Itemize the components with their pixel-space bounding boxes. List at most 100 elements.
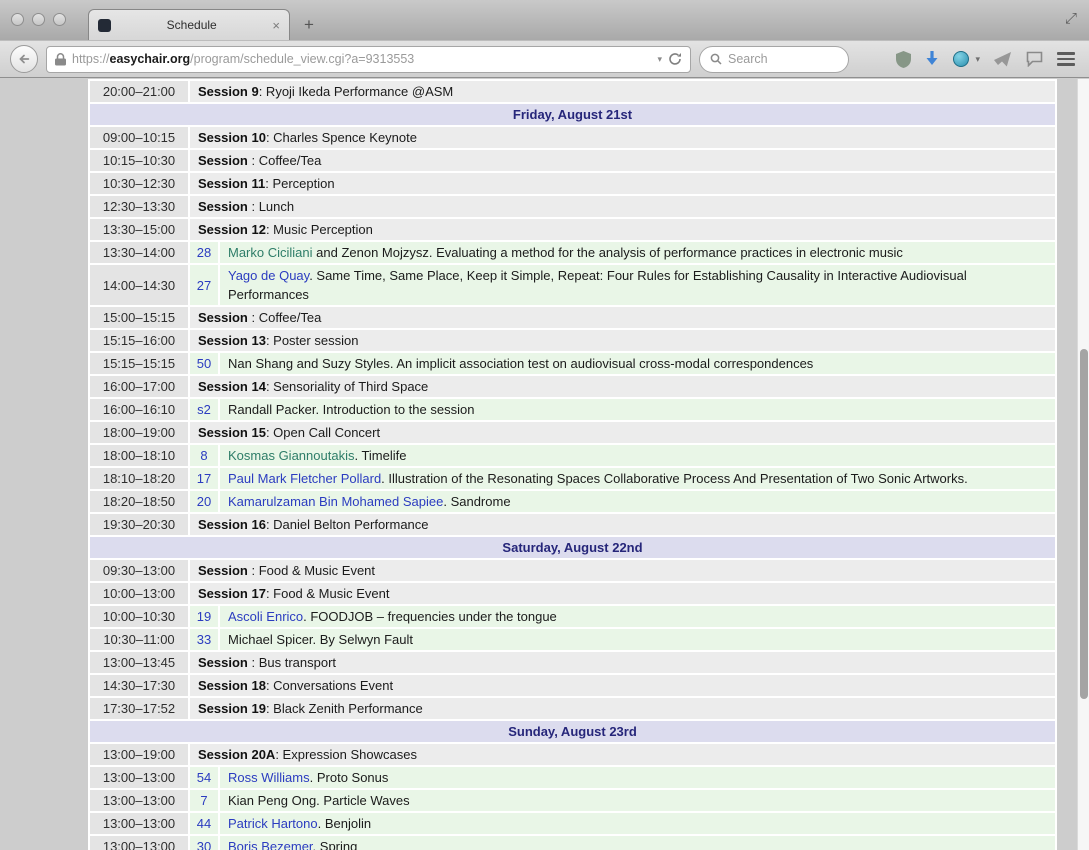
session-label: Session 19 — [198, 701, 266, 716]
search-input[interactable]: Search — [699, 45, 849, 73]
window-titlebar: Schedule × + ⤢ — [0, 0, 1089, 40]
author-link[interactable]: Ross Williams — [228, 770, 310, 785]
window-controls — [11, 13, 66, 26]
paper-number-link[interactable]: s2 — [188, 397, 220, 422]
browser-window: Schedule × + ⤢ https://easychair.org/pro… — [0, 0, 1089, 850]
session-row: 10:15–10:30 Session : Coffee/Tea — [88, 148, 1057, 173]
scrollbar-thumb[interactable] — [1079, 349, 1088, 699]
new-tab-button[interactable]: + — [296, 14, 322, 36]
paper-number-link[interactable]: 28 — [188, 240, 220, 265]
scrollbar[interactable] — [1077, 79, 1089, 850]
paper-text: . FOODJOB – frequencies under the tongue — [303, 609, 557, 624]
paper-row: 18:00–18:10 8 Kosmas Giannoutakis. Timelif… — [88, 443, 1057, 468]
chat-bubble-icon[interactable] — [1026, 51, 1043, 67]
back-button[interactable] — [10, 45, 38, 73]
session-row: 17:30–17:52 Session 19: Black Zenith Perf… — [88, 696, 1057, 721]
paper-text: Nan Shang and Suzy Styles. An implicit a… — [228, 356, 814, 371]
paper-number-link[interactable]: 8 — [188, 443, 220, 468]
extension-caret-icon[interactable]: ▾ — [975, 54, 980, 65]
session-row: 10:30–12:30 Session 11: Perception — [88, 171, 1057, 196]
paper-cell: Nan Shang and Suzy Styles. An implicit a… — [218, 351, 1057, 376]
paper-row: 13:00–13:00 44 Patrick Hartono. Benjolin — [88, 811, 1057, 836]
time-cell: 15:15–16:00 — [88, 328, 190, 353]
paper-row: 18:20–18:50 20 Kamarulzaman Bin Mohamed Sa… — [88, 489, 1057, 514]
paper-text: . Spring — [312, 839, 358, 850]
paper-text: Michael Spicer. By Selwyn Fault — [228, 632, 413, 647]
paper-text: . Illustration of the Resonating Spaces … — [381, 471, 968, 486]
paper-number-link[interactable]: 50 — [188, 351, 220, 376]
time-cell: 17:30–17:52 — [88, 696, 190, 721]
paper-number-link[interactable]: 20 — [188, 489, 220, 514]
send-plane-icon[interactable] — [994, 51, 1012, 67]
reload-icon[interactable] — [668, 52, 682, 66]
session-label: Session 20A — [198, 747, 276, 762]
time-cell: 15:00–15:15 — [88, 305, 190, 330]
url-scheme: https:// — [72, 52, 110, 66]
time-cell: 14:30–17:30 — [88, 673, 190, 698]
time-cell: 13:00–13:00 — [88, 788, 190, 813]
session-cell: Session 14: Sensoriality of Third Space — [188, 374, 1057, 399]
time-cell: 13:00–19:00 — [88, 742, 190, 767]
minimize-button[interactable] — [32, 13, 45, 26]
paper-cell: Ross Williams. Proto Sonus — [218, 765, 1057, 790]
zoom-button[interactable] — [53, 13, 66, 26]
paper-row: 14:00–14:30 27 Yago de Quay. Same Time, Sa… — [88, 263, 1057, 307]
paper-text: . Proto Sonus — [309, 770, 389, 785]
session-row: 19:30–20:30 Session 16: Daniel Belton Per… — [88, 512, 1057, 537]
paper-number-link[interactable]: 30 — [188, 834, 220, 850]
paper-number-link[interactable]: 19 — [188, 604, 220, 629]
session-label: Session 10 — [198, 130, 266, 145]
close-button[interactable] — [11, 13, 24, 26]
download-icon[interactable] — [925, 51, 939, 67]
paper-number-link[interactable]: 33 — [188, 627, 220, 652]
day-row: Friday, August 21st — [88, 102, 1057, 127]
session-label: Session — [198, 199, 248, 214]
tab-schedule[interactable]: Schedule × — [88, 9, 290, 40]
tab-title: Schedule — [166, 18, 217, 32]
paper-number-link[interactable]: 7 — [188, 788, 220, 813]
tab-close-icon[interactable]: × — [272, 19, 280, 32]
time-cell: 10:00–10:30 — [88, 604, 190, 629]
time-cell: 09:00–10:15 — [88, 125, 190, 150]
url-bar[interactable]: https://easychair.org/program/schedule_v… — [46, 45, 691, 73]
shield-icon[interactable] — [896, 50, 912, 68]
menu-button[interactable] — [1057, 52, 1075, 66]
paper-number-link[interactable]: 27 — [188, 263, 220, 307]
session-label: Session 16 — [198, 517, 266, 532]
time-cell: 10:30–12:30 — [88, 171, 190, 196]
schedule-page: 20:00–21:00 Session 9: Ryoji Ikeda Perfor… — [88, 79, 1057, 850]
author-link[interactable]: Boris Bezemer — [228, 839, 313, 850]
session-row: 14:30–17:30 Session 18: Conversations Eve… — [88, 673, 1057, 698]
toolbar-icons: ▾ — [896, 50, 1079, 68]
session-label: Session — [198, 310, 248, 325]
author-link[interactable]: Ascoli Enrico — [228, 609, 303, 624]
session-label: Session 13 — [198, 333, 266, 348]
session-row: 13:00–19:00 Session 20A: Expression Showc… — [88, 742, 1057, 767]
time-cell: 13:00–13:00 — [88, 811, 190, 836]
author-link[interactable]: Paul Mark Fletcher Pollard — [228, 471, 381, 486]
session-label: Session 9 — [198, 84, 259, 99]
author-link[interactable]: Kamarulzaman Bin Mohamed Sapiee — [228, 494, 443, 509]
paper-number-link[interactable]: 44 — [188, 811, 220, 836]
author-link[interactable]: Kosmas Giannoutakis — [228, 448, 354, 463]
paper-number-link[interactable]: 17 — [188, 466, 220, 491]
author-link[interactable]: Yago de Quay — [228, 268, 309, 283]
session-row: 09:00–10:15 Session 10: Charles Spence Ke… — [88, 125, 1057, 150]
paper-cell: Ascoli Enrico. FOODJOB – frequencies und… — [218, 604, 1057, 629]
paper-row: 10:00–10:30 19 Ascoli Enrico. FOODJOB – fr… — [88, 604, 1057, 629]
session-row: 15:15–16:00 Session 13: Poster session — [88, 328, 1057, 353]
extension-globe-icon[interactable] — [953, 51, 970, 67]
fullscreen-icon[interactable]: ⤢ — [1065, 10, 1077, 27]
session-row: 09:30–13:00 Session : Food & Music Event — [88, 558, 1057, 583]
paper-row: 13:30–14:00 28 Marko Ciciliani and Zenon M… — [88, 240, 1057, 265]
session-cell: Session 13: Poster session — [188, 328, 1057, 353]
url-dropdown-icon[interactable]: ▾ — [657, 54, 662, 65]
session-cell: Session 15: Open Call Concert — [188, 420, 1057, 445]
paper-cell: Michael Spicer. By Selwyn Fault — [218, 627, 1057, 652]
paper-number-link[interactable]: 54 — [188, 765, 220, 790]
session-row: 16:00–17:00 Session 14: Sensoriality of T… — [88, 374, 1057, 399]
author-link[interactable]: Patrick Hartono — [228, 816, 318, 831]
lock-icon — [55, 52, 66, 65]
author-link[interactable]: Marko Ciciliani — [228, 245, 313, 260]
session-cell: Session 20A: Expression Showcases — [188, 742, 1057, 767]
